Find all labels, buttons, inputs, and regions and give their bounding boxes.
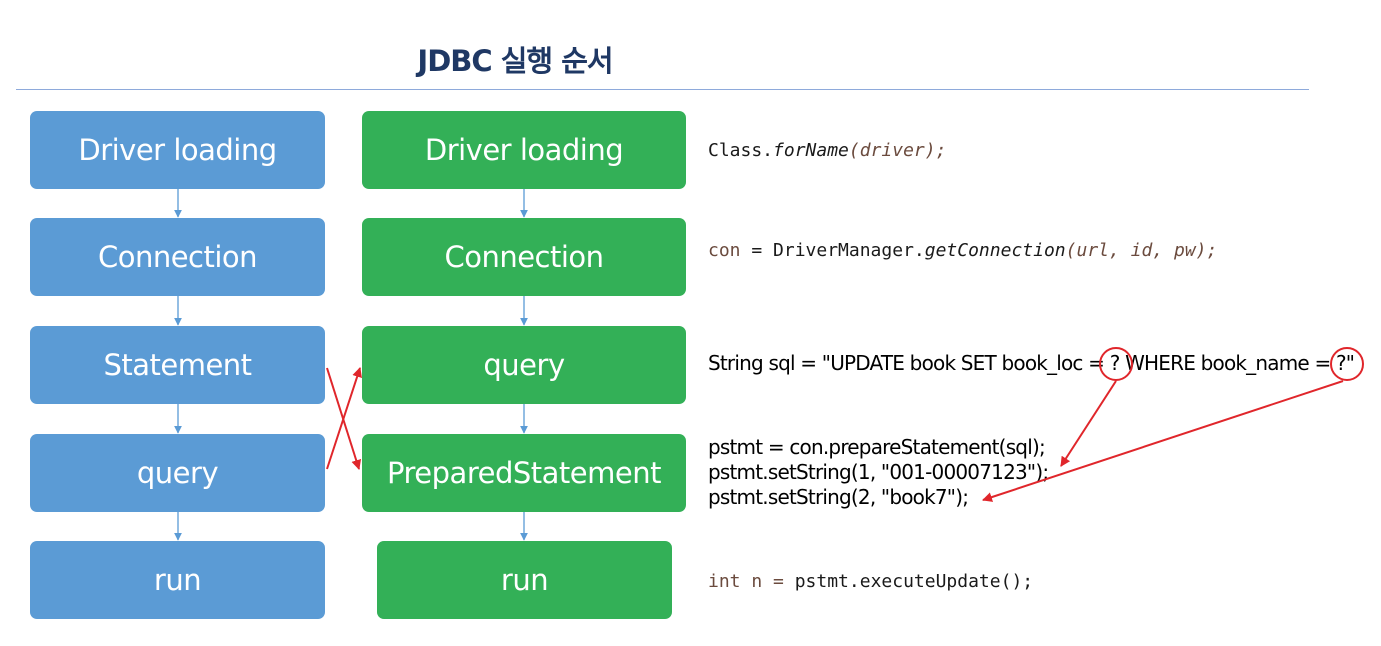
placeholder-2-arrow	[982, 380, 1344, 502]
placeholder-1-circle	[1099, 347, 1133, 381]
placeholder-2-circle	[1330, 347, 1364, 381]
diagram-connectors	[174, 189, 1364, 541]
placeholder-binding-arrows	[982, 380, 1344, 502]
placeholder-1-arrow	[1060, 380, 1117, 467]
order-swap-arrows	[326, 367, 362, 470]
